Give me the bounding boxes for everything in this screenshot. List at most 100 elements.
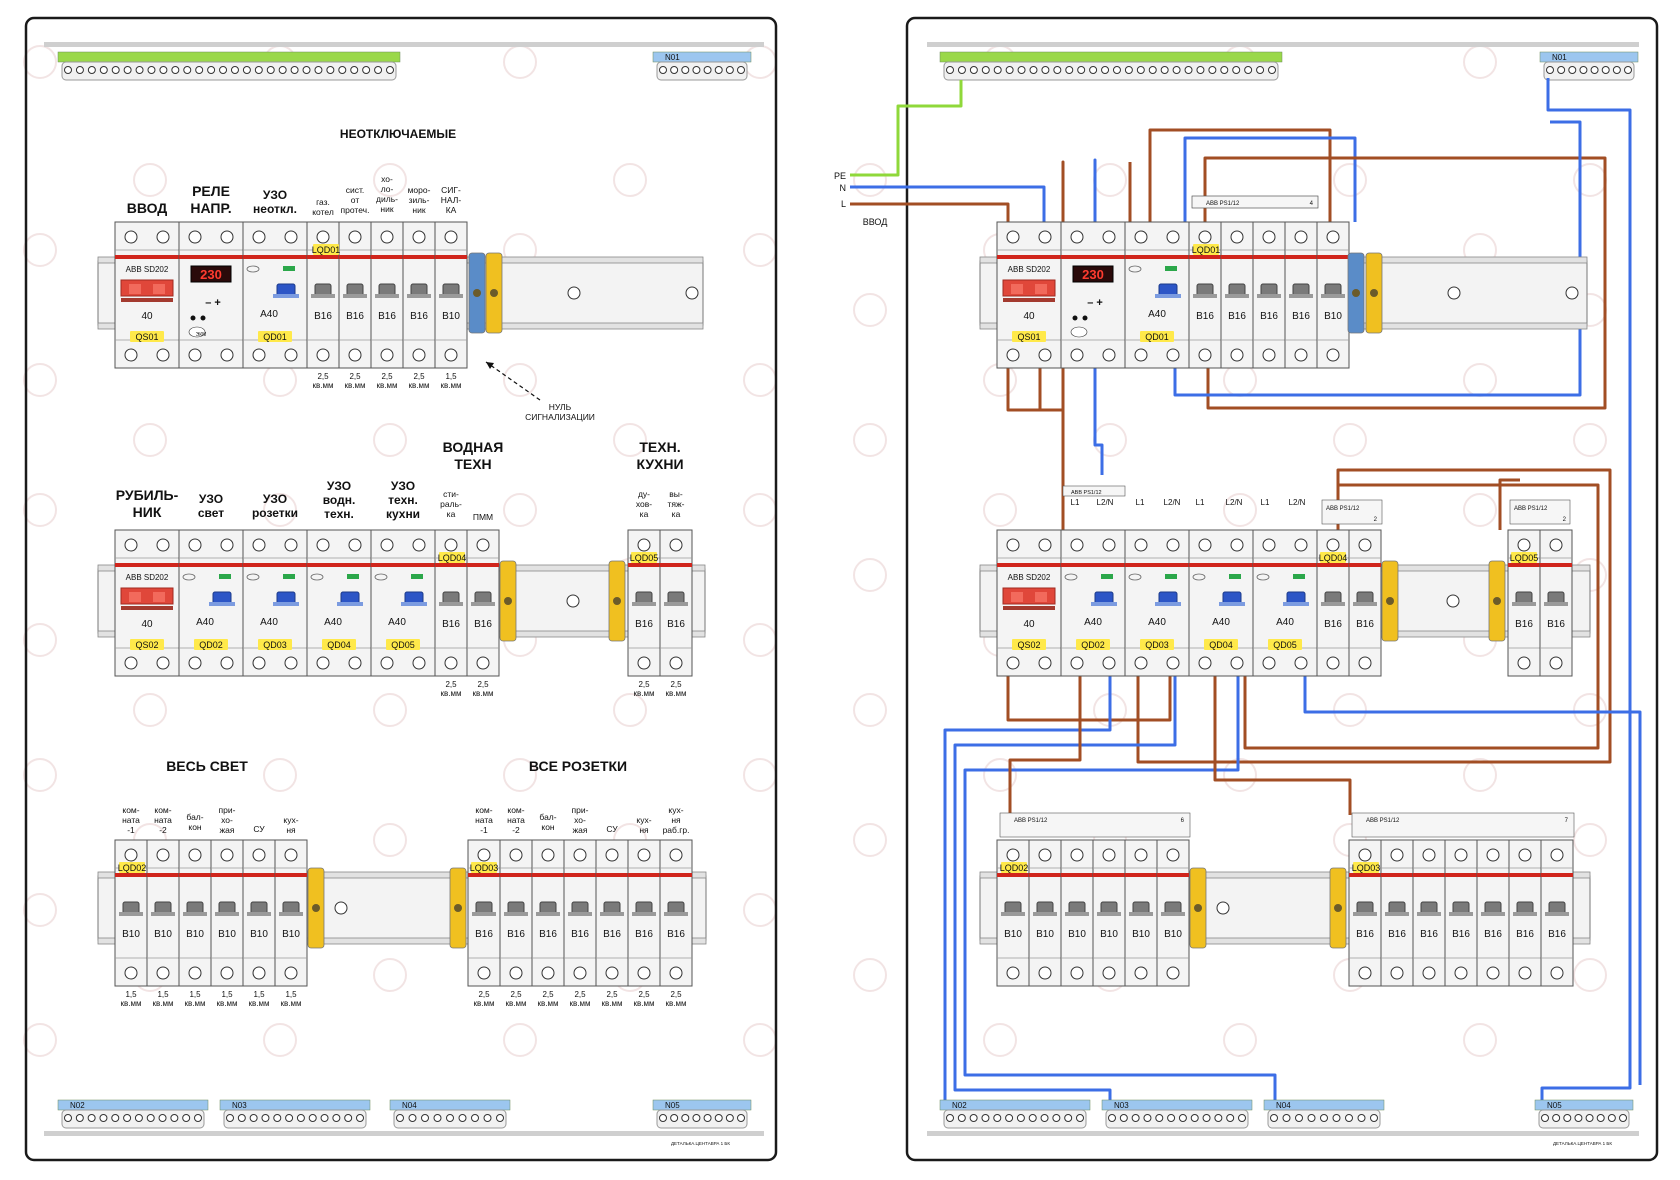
rating-text: B16 [1547, 619, 1565, 630]
label-line: при- [572, 805, 589, 815]
terminal-screw [1038, 348, 1052, 362]
label-line: кв.мм [506, 999, 527, 1008]
terminal-screw [220, 656, 234, 670]
feed-label: L [841, 199, 846, 209]
test-indicator [283, 266, 295, 271]
logo-a-circle-icon [1223, 758, 1257, 792]
red-band [1509, 873, 1541, 877]
terminal-screw [134, 1114, 143, 1122]
terminal-screw [993, 1114, 1002, 1122]
feed-label: N [840, 183, 847, 193]
red-band [1061, 873, 1093, 877]
rating-text: A40 [260, 309, 278, 320]
rating-text: A40 [324, 617, 342, 628]
terminal-screw [421, 1114, 429, 1122]
column-label: СУ [606, 824, 618, 834]
terminal-screw [637, 538, 651, 552]
terminal-screw [681, 1114, 690, 1122]
busbar: N02 [57, 1099, 209, 1129]
terminal-screw [1214, 1114, 1223, 1122]
red-band [500, 873, 532, 877]
terminal-screw [946, 66, 954, 74]
logo-a-circle-icon [263, 363, 297, 397]
module-cb [1220, 221, 1254, 369]
terminal-screw [1447, 286, 1461, 300]
logo-a-circle-icon [743, 363, 777, 397]
tag-text: LQD04 [438, 553, 467, 563]
phase-label: L1 [1136, 498, 1145, 507]
rating-text: B10 [1132, 929, 1150, 940]
sockets-group-title: ВСЕ РОЗЕТКИ [529, 758, 627, 774]
tag-text: QS02 [1017, 640, 1040, 650]
label-line: РУБИЛЬ- [116, 487, 179, 503]
red-band [307, 255, 339, 259]
lever-base [1417, 912, 1441, 916]
lever-base [1065, 912, 1089, 916]
phase-label: L1 [1071, 498, 1080, 507]
label-line: 2,5 [542, 990, 554, 999]
label-line: газ. [316, 197, 330, 207]
terminal-screw [458, 1114, 467, 1122]
device-tag: LQD04 [1319, 552, 1347, 563]
terminal-screw [1166, 848, 1180, 862]
lever-base [439, 294, 463, 298]
label-line: B16 [1388, 929, 1406, 940]
terminal-screw [75, 1114, 84, 1122]
wire-size-text: 2,5 кв.мм [538, 990, 559, 1008]
relay-dot [1072, 315, 1078, 321]
terminal-screw [659, 66, 667, 74]
terminal-screw [477, 966, 491, 980]
wire-size-text: 1,5 кв.мм [153, 990, 174, 1008]
label-line: 1,5 [157, 990, 169, 999]
terminal-screw [659, 1114, 667, 1122]
wire-size-text: 2,5 кв.мм [473, 680, 494, 698]
test-indicator [1293, 574, 1305, 579]
device-tag: QD02 [194, 639, 228, 650]
terminal-screw [1563, 1114, 1572, 1122]
lever-base [401, 602, 427, 606]
terminal-screw [412, 656, 426, 670]
terminal-screw [1268, 66, 1276, 74]
label-line: кв.мм [441, 381, 462, 390]
comb-busbar [999, 812, 1191, 838]
terminal-screw [1226, 1114, 1235, 1122]
module-cb [1348, 529, 1382, 677]
label-line: СУ [606, 824, 618, 834]
rating-text: B16 [410, 311, 428, 322]
module-rcd [1124, 221, 1190, 369]
column-label: ПММ [473, 512, 493, 522]
label-line: ка [672, 509, 681, 519]
terminal-screw [1208, 66, 1217, 74]
terminal-screw [348, 348, 362, 362]
label-line: ВВОД [127, 200, 168, 216]
main-switch-right [1035, 592, 1047, 602]
stop-screw [490, 289, 498, 297]
terminal-screw [285, 1114, 294, 1122]
terminal-screw [1446, 594, 1460, 608]
wire-size-text: 1,5 кв.мм [281, 990, 302, 1008]
wire-size-text: 1,5 кв.мм [441, 372, 462, 390]
device-tag: LQD01 [1192, 244, 1220, 255]
logo-a-circle-icon [1463, 1023, 1497, 1057]
label-line: B10 [282, 929, 300, 940]
terminal-screw [1089, 66, 1098, 74]
column-label: ВВОД [127, 200, 168, 216]
terminal-screw [412, 230, 426, 244]
terminal-screw [1358, 848, 1372, 862]
main-switch-left [129, 284, 141, 294]
rating-text: A40 [1276, 617, 1294, 628]
terminal-screw [1101, 66, 1110, 74]
feed-label: PE [834, 171, 846, 181]
module-cb [1539, 529, 1573, 677]
rating-text: A40 [1084, 617, 1102, 628]
lever-base [504, 912, 528, 916]
logo-a-circle-icon [503, 45, 537, 79]
module-cb [1412, 839, 1446, 987]
logo-a-circle-icon [1333, 163, 1367, 197]
rating-text: B10 [1164, 929, 1182, 940]
label-line: КА [446, 205, 457, 215]
label-line: кон [541, 822, 555, 832]
terminal-screw [1076, 1114, 1084, 1122]
terminal-screw [1550, 966, 1564, 980]
tag-text: LQD02 [1000, 863, 1029, 873]
